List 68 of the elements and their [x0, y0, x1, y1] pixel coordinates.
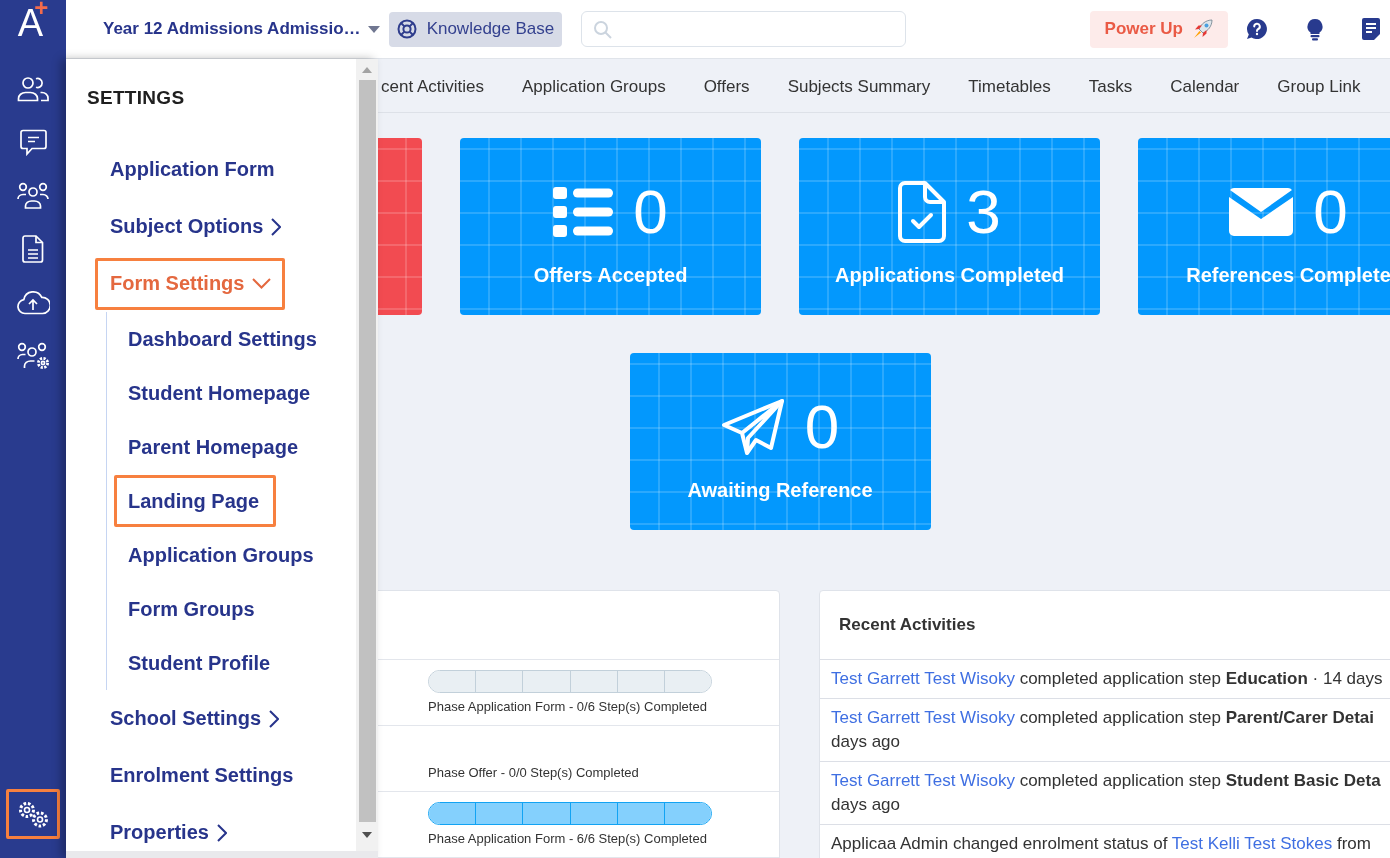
- tab[interactable]: Calendar: [1170, 59, 1240, 112]
- stat-value: 0: [1313, 180, 1348, 244]
- stat-label: Applications Completed: [835, 263, 1064, 287]
- menu-title: SETTINGS: [87, 87, 186, 109]
- caret-icon: [367, 26, 380, 33]
- menu-item[interactable]: Enrolment Settings: [95, 749, 308, 802]
- submenu-item[interactable]: Dashboard Settings: [114, 313, 334, 365]
- settings-button[interactable]: [6, 789, 60, 839]
- submenu-item[interactable]: Form Groups: [114, 583, 272, 635]
- scroll-down-icon[interactable]: [362, 832, 372, 838]
- lifebuoy-icon: [396, 19, 417, 39]
- activity-text: Applicaa Admin changed enrolment status of Test Kelli Test Stokes from: [820, 825, 1390, 858]
- tab[interactable]: Tasks: [1088, 59, 1133, 112]
- tab[interactable]: Application Groups: [522, 59, 666, 112]
- tab[interactable]: Timetables: [968, 59, 1051, 112]
- menu-item[interactable]: Properties: [95, 806, 241, 858]
- submenu-item[interactable]: Application Groups: [114, 529, 331, 581]
- document-check-icon: [898, 181, 947, 243]
- person-link[interactable]: Test Garrett Test Wisoky: [831, 771, 1015, 790]
- tab[interactable]: cent Activities: [381, 59, 484, 112]
- menu-item[interactable]: School Settings: [95, 692, 294, 745]
- tab[interactable]: Offers: [703, 59, 750, 112]
- activity-text: Test Garrett Test Wisoky completed application step Parent/Carer Detai days ago: [820, 699, 1390, 762]
- stat-label: References Complete: [1186, 263, 1390, 287]
- list-icon: [553, 187, 614, 237]
- tab[interactable]: Group Link: [1277, 59, 1361, 112]
- person-link[interactable]: Test Kelli Test Stokes: [1171, 834, 1333, 853]
- bulb-icon[interactable]: [1306, 17, 1324, 41]
- horizontal-scrollbar[interactable]: [66, 851, 378, 858]
- phase-caption: Phase Offer - 0/0 Step(s) Completed: [428, 765, 640, 781]
- search-icon: [593, 19, 613, 39]
- app-logo[interactable]: A+: [0, 0, 66, 58]
- menu-item[interactable]: Subject Options: [95, 200, 296, 253]
- stat-label: Offers Accepted: [533, 263, 688, 287]
- rocket-icon: [1193, 19, 1213, 39]
- paper-plane-icon: [720, 398, 785, 456]
- document-icon[interactable]: [22, 235, 44, 264]
- menu-item[interactable]: Application Form: [95, 143, 289, 196]
- cloud-upload-icon[interactable]: [16, 290, 50, 316]
- stat-label: Awaiting Reference: [687, 478, 873, 502]
- envelope-icon: [1229, 188, 1294, 236]
- stat-value: 0: [804, 395, 840, 459]
- settings-icon: [17, 800, 49, 828]
- submenu-item[interactable]: Landing Page: [114, 475, 277, 527]
- phase-caption: Phase Application Form - 6/6 Step(s) Completed: [428, 831, 708, 847]
- panel-title: Recent Activities: [839, 615, 976, 635]
- submenu-item[interactable]: Student Homepage: [114, 367, 328, 419]
- tab[interactable]: Subjects Summary: [787, 59, 931, 112]
- year-dropdown[interactable]: Year 12 Admissions Admissio…: [103, 14, 380, 44]
- user-settings-icon[interactable]: [16, 342, 50, 371]
- people-icon[interactable]: [17, 75, 49, 102]
- submenu-item[interactable]: Parent Homepage: [114, 421, 316, 473]
- notes-icon[interactable]: [1362, 18, 1380, 40]
- stat-value: 0: [633, 180, 668, 244]
- person-link[interactable]: Test Garrett Test Wisoky: [831, 708, 1015, 727]
- help-icon[interactable]: [1246, 18, 1268, 40]
- stat-value: 3: [966, 180, 1001, 244]
- person-link[interactable]: Test Garrett Test Wisoky: [831, 669, 1015, 688]
- chat-icon[interactable]: [19, 128, 47, 156]
- search-field[interactable]: [581, 11, 907, 47]
- scrollbar[interactable]: [356, 59, 378, 851]
- scrollbar-thumb[interactable]: [358, 80, 376, 822]
- knowledge-base-button[interactable]: Knowledge Base: [388, 11, 563, 47]
- activity-text: Test Garrett Test Wisoky completed application step Student Basic Deta days ago: [820, 762, 1390, 825]
- submenu-item[interactable]: Student Profile: [114, 637, 288, 689]
- group-icon[interactable]: [17, 182, 49, 210]
- activity-text: Test Garrett Test Wisoky completed application step Education · 14 days: [820, 660, 1390, 699]
- phase-caption: Phase Application Form - 0/6 Step(s) Completed: [428, 699, 708, 715]
